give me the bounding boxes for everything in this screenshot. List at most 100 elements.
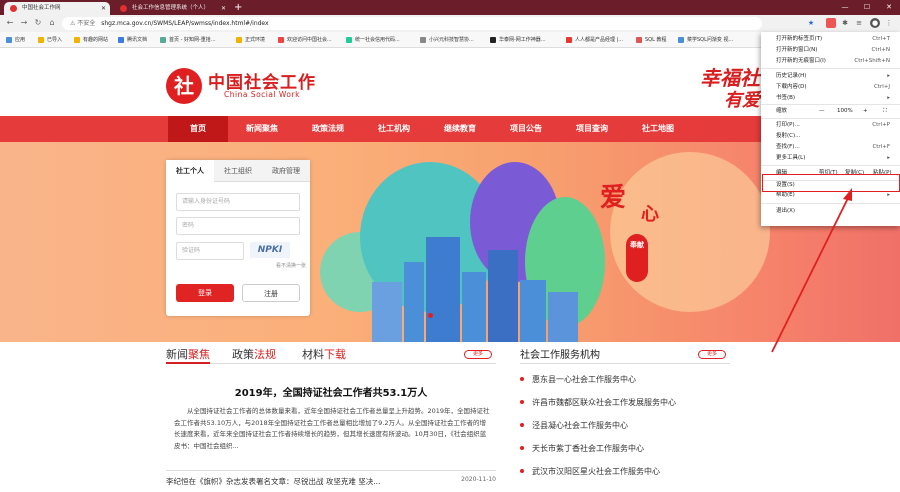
news-more-button[interactable]: 更多 [464,350,492,359]
zoom-level: 100% [837,108,853,114]
bookmark-item[interactable]: 欢迎访问中国社会... [278,34,332,46]
close-tab-icon[interactable]: ✕ [101,2,106,15]
reload-icon[interactable]: ↻ [32,17,44,29]
extension-icon[interactable] [826,18,836,28]
reading-list-icon[interactable]: ≡ [854,18,864,28]
menu-new-window[interactable]: 打开新的窗口(N) Ctrl+N [761,45,900,56]
site-name-en: China Social Work [224,90,300,99]
menu-incognito[interactable]: 打开新的无痕窗口(I) Ctrl+Shift+N [761,56,900,67]
close-window-button[interactable]: ✕ [878,0,900,15]
banner-building [426,237,460,342]
bookmark-item[interactable]: SQL 教程 [636,34,667,46]
menu-new-tab[interactable]: 打开新的标签页(T) Ctrl+T [761,34,900,45]
bookmark-item[interactable]: 小兴元科技智慧协... [420,34,474,46]
news-item-date: 2020-11-10 [461,476,496,483]
nav-news[interactable]: 新闻聚焦 [232,116,292,142]
password-field[interactable]: 密码 [176,217,300,235]
site-favicon-icon [120,5,127,12]
menu-downloads[interactable]: 下载内容(D) Ctrl+J [761,82,900,93]
nav-policy[interactable]: 政策法规 [298,116,358,142]
bookmark-item[interactable]: 统一社会信用代码... [346,34,400,46]
bookmark-item[interactable]: 首页 - 好知网-重拾... [160,34,216,46]
id-number-field[interactable]: 请输入身份证号码 [176,193,300,211]
org-list-item[interactable]: 许昌市魏都区联众社会工作发展服务中心 [520,397,676,408]
nav-project-search[interactable]: 项目查询 [562,116,622,142]
captcha-field[interactable]: 验证码 [176,242,244,260]
login-button[interactable]: 登录 [176,284,234,302]
menu-cast[interactable]: 投射(C)... [761,131,900,142]
banner-sun [610,152,770,312]
bookmark-item[interactable]: 正式环境 [236,34,265,46]
orgs-more-button[interactable]: 更多 [698,350,726,359]
menu-separator [761,165,900,166]
more-menu-icon[interactable]: ⋮ [884,18,894,28]
settings-highlight-box [762,174,900,192]
menu-find[interactable]: 查找(F)... Ctrl+F [761,142,900,153]
banner-building [488,250,518,342]
news-summary: 从全国持证社会工作者的总体数量来看，近年全国持证社会工作者总量呈上升趋势。201… [174,407,490,450]
banner-building [372,282,402,342]
address-bar-row: ← → ↻ ⌂ ⚠ 不安全 shgz.mca.gov.cn/SWMS/LEAP/… [0,15,900,32]
refresh-captcha-link[interactable]: 看不清换一张 [276,262,306,269]
menu-exit[interactable]: 退出(X) [761,206,900,217]
news-list-item[interactable]: 李纪恒在《旗帜》杂志发表署名文章：尽锐出战 攻坚克难 坚决... 2020-11… [166,476,496,487]
news-headline[interactable]: 2019年，全国持证社会工作者共53.1万人 [166,384,496,399]
menu-bookmarks[interactable]: 书签(B) ▸ [761,93,900,104]
tab-individual[interactable]: 社工个人 [166,160,214,182]
back-icon[interactable]: ← [4,17,16,29]
banner-building [548,292,578,342]
profile-avatar[interactable]: ● [870,18,880,28]
org-list-item[interactable]: 泾县凝心社会工作服务中心 [520,420,628,431]
tab-downloads[interactable]: 材料下载 [302,346,346,362]
tab-government[interactable]: 政府管理 [262,160,310,182]
tab-inactive[interactable]: 社会工作信息管理系统（个人） ✕ [114,2,230,15]
zoom-in-button[interactable]: + [863,105,868,117]
bookmark-item[interactable]: 已导入 [38,34,62,46]
bookmark-item[interactable]: 菜学SQL问渐变 视... [678,34,733,46]
forward-icon[interactable]: → [18,17,30,29]
fullscreen-icon[interactable]: ⛶ [883,105,887,117]
site-logo[interactable]: 社 [166,68,202,104]
tab-news-focus[interactable]: 新闻聚焦 [166,346,210,362]
org-list-item[interactable]: 惠东县一心社会工作服务中心 [520,374,636,385]
bookmark-star-icon[interactable]: ★ [806,18,816,28]
url-field[interactable]: ⚠ 不安全 shgz.mca.gov.cn/SWMS/LEAP/swmss/in… [62,17,762,30]
menu-more-tools[interactable]: 更多工具(L) ▸ [761,153,900,164]
banner-heart-char: 心 [641,204,659,225]
nav-home[interactable]: 首页 [168,116,228,142]
home-icon[interactable]: ⌂ [46,17,58,29]
browser-menu: 打开新的标签页(T) Ctrl+T 打开新的窗口(N) Ctrl+N 打开新的无痕窗… [761,32,900,226]
bookmark-item[interactable]: 华泰网-网工作神器... [490,34,546,46]
org-list-item[interactable]: 武汉市汉阳区星火社会工作服务中心 [520,466,660,477]
maximize-button[interactable]: ☐ [856,0,878,15]
zoom-out-button[interactable]: — [819,105,825,117]
nav-education[interactable]: 继续教育 [430,116,490,142]
bookmark-item[interactable]: 人人都是产品经理 |... [566,34,623,46]
not-secure-badge[interactable]: ⚠ 不安全 [70,20,95,27]
org-list-item[interactable]: 天长市紫丁香社会工作服务中心 [520,443,644,454]
puzzle-icon[interactable]: ✱ [840,18,850,28]
banner-building [404,262,424,342]
bookmark-item[interactable]: 腾讯文档 [118,34,147,46]
nav-announcements[interactable]: 项目公告 [496,116,556,142]
new-tab-button[interactable]: + [234,1,242,14]
carousel-dot[interactable] [428,313,433,318]
bookmark-item[interactable]: 有趣的网站 [74,34,108,46]
close-tab-icon[interactable]: ✕ [221,2,226,15]
url-text: shgz.mca.gov.cn/SWMS/LEAP/swmss/index.ht… [101,20,269,27]
banner-love-char: 爱 [600,183,627,213]
register-button[interactable]: 注册 [242,284,300,302]
bookmark-item[interactable]: 应用 [6,34,25,46]
banner-devotion-badge: 奉献 [626,234,648,282]
minimize-button[interactable]: — [834,0,856,15]
captcha-image[interactable]: NPKI [250,242,290,258]
nav-map[interactable]: 社工地图 [628,116,688,142]
news-divider [166,363,496,364]
menu-history[interactable]: 历史记录(H) ▸ [761,71,900,82]
menu-print[interactable]: 打印(P)... Ctrl+P [761,120,900,131]
tab-organization[interactable]: 社工组织 [214,160,262,182]
tab-policy[interactable]: 政策法规 [232,346,276,362]
tab-active[interactable]: 中国社会工作网 ✕ [4,2,110,15]
orgs-section-title: 社会工作服务机构 [520,350,600,361]
nav-orgs[interactable]: 社工机构 [364,116,424,142]
